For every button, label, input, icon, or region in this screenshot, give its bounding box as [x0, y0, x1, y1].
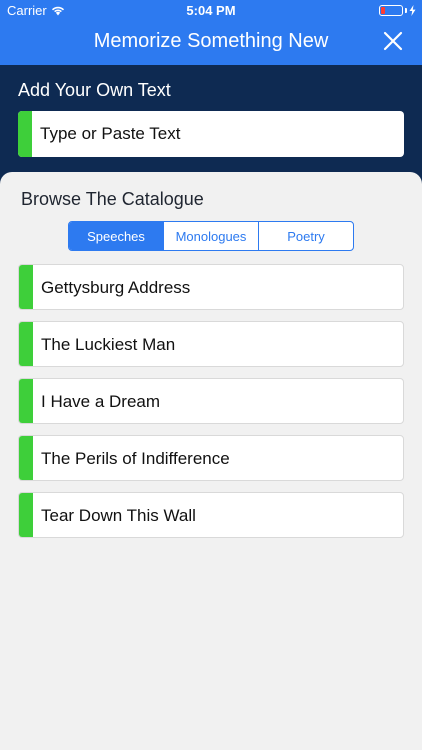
category-segmented-control: Speeches Monologues Poetry [68, 221, 354, 251]
close-icon [383, 31, 403, 51]
list-item-tear-down-this-wall[interactable]: Tear Down This Wall [18, 492, 404, 538]
list-item-label: Gettysburg Address [41, 278, 191, 297]
close-button[interactable] [382, 30, 404, 52]
nav-title: Memorize Something New [93, 30, 329, 52]
battery-indicator [379, 5, 416, 16]
catalogue-panel: Browse The Catalogue Speeches Monologues… [0, 172, 422, 750]
type-or-paste-text-field[interactable]: Type or Paste Text [18, 111, 404, 157]
list-item-label: The Perils of Indifference [41, 449, 230, 468]
battery-level [381, 7, 385, 14]
list-item-label: The Luckiest Man [41, 335, 176, 354]
list-item-gettysburg-address[interactable]: Gettysburg Address [18, 264, 404, 310]
status-time: 5:04 PM [186, 3, 236, 18]
add-text-heading: Add Your Own Text [18, 80, 171, 100]
catalogue-heading: Browse The Catalogue [21, 189, 204, 209]
accent-bar [19, 322, 33, 366]
battery-nub [405, 8, 407, 13]
tab-poetry[interactable]: Poetry [258, 222, 353, 250]
list-item-label: Tear Down This Wall [41, 506, 196, 525]
tab-speeches[interactable]: Speeches [69, 222, 163, 250]
list-item-label: I Have a Dream [41, 392, 161, 411]
add-own-text-section: Add Your Own Text Type or Paste Text [0, 65, 422, 180]
charging-bolt-icon [409, 5, 416, 16]
accent-bar [18, 111, 32, 157]
list-item-i-have-a-dream[interactable]: I Have a Dream [18, 378, 404, 424]
list-item-the-perils-of-indifference[interactable]: The Perils of Indifference [18, 435, 404, 481]
accent-bar [19, 436, 33, 480]
tab-monologues[interactable]: Monologues [163, 222, 258, 250]
top-header: Carrier 5:04 PM Memorize Something New [0, 0, 422, 65]
text-field-label: Type or Paste Text [40, 124, 181, 143]
status-bar: Carrier 5:04 PM [0, 0, 422, 22]
list-item-the-luckiest-man[interactable]: The Luckiest Man [18, 321, 404, 367]
accent-bar [19, 493, 33, 537]
accent-bar [19, 265, 33, 309]
accent-bar [19, 379, 33, 423]
battery-icon [379, 5, 403, 16]
catalogue-list: Gettysburg Address The Luckiest Man I Ha… [18, 264, 404, 549]
